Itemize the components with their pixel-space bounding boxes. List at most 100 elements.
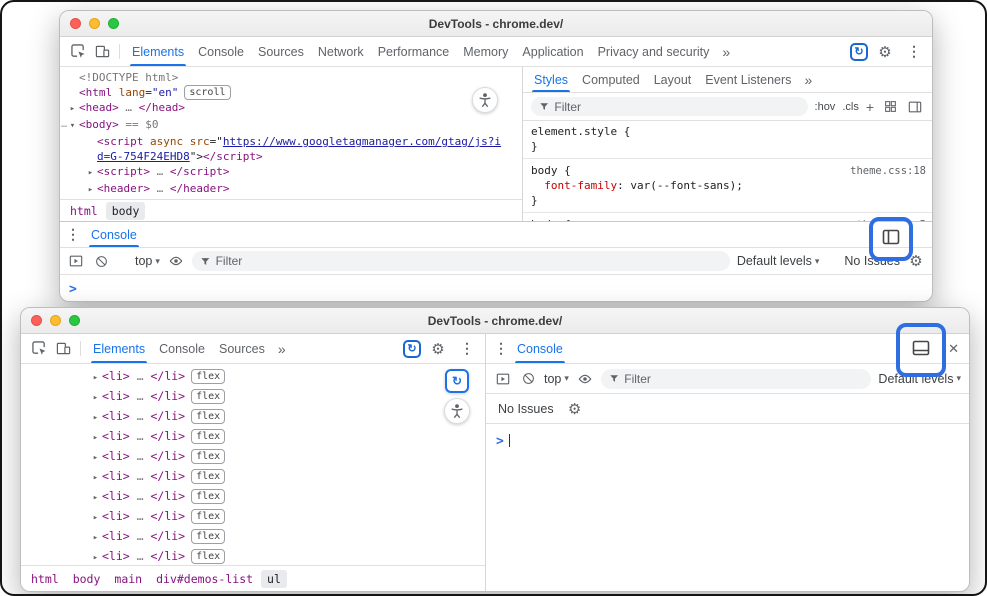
breadcrumb-item[interactable]: main bbox=[108, 570, 148, 588]
expand-arrow-icon[interactable]: ▸ bbox=[89, 529, 102, 547]
node-menu-dots-icon[interactable]: … bbox=[61, 117, 67, 132]
more-panels-icon[interactable]: » bbox=[272, 334, 292, 363]
console-settings-gear-icon[interactable]: ⚙ bbox=[566, 397, 584, 421]
code-line[interactable]: …▾<body> == $0 bbox=[60, 117, 522, 134]
extension-icon[interactable]: ↻ bbox=[403, 340, 421, 358]
panel-tab[interactable]: Elements bbox=[125, 37, 191, 66]
elements-dom-tree[interactable]: <!DOCTYPE html><html lang="en"scroll▸<he… bbox=[60, 67, 522, 199]
code-line[interactable]: ▸<li> … </li>flex bbox=[21, 447, 485, 467]
console-filter[interactable] bbox=[601, 369, 872, 389]
breadcrumb-item[interactable]: div#demos-list bbox=[150, 570, 259, 588]
sidebar-tab[interactable]: Styles bbox=[527, 67, 575, 92]
menu-dots-icon[interactable]: ⋮ bbox=[902, 40, 926, 64]
console-tab[interactable]: Console bbox=[510, 334, 570, 363]
breadcrumb-item[interactable]: html bbox=[25, 570, 65, 588]
log-levels-selector[interactable]: Default levels ▾ bbox=[737, 254, 820, 268]
expand-arrow-icon[interactable]: ▸ bbox=[66, 102, 79, 117]
element-class-toggle[interactable]: .cls bbox=[842, 101, 859, 113]
breadcrumb-item[interactable]: html bbox=[64, 202, 104, 220]
panel-tab[interactable]: Memory bbox=[456, 37, 515, 66]
panel-tab[interactable]: Privacy and security bbox=[591, 37, 717, 66]
sidebar-tab[interactable]: Event Listeners bbox=[698, 67, 798, 92]
panel-tab[interactable]: Sources bbox=[212, 334, 272, 363]
code-line[interactable]: <script async src="https://www.googletag… bbox=[60, 134, 522, 149]
console-prompt[interactable]: > bbox=[486, 424, 969, 591]
code-line[interactable]: d=G-754F24EHD8"></script> bbox=[60, 149, 522, 164]
panel-tab[interactable]: Sources bbox=[251, 37, 311, 66]
device-toolbar-icon[interactable] bbox=[90, 40, 114, 64]
expand-arrow-icon[interactable]: ▸ bbox=[84, 166, 97, 181]
extension-icon[interactable]: ↻ bbox=[850, 43, 868, 61]
styles-rules[interactable]: element.style {}body {theme.css:18 font-… bbox=[523, 121, 932, 221]
context-selector[interactable]: top ▾ bbox=[135, 254, 160, 268]
dock-bottom-icon[interactable] bbox=[911, 338, 931, 363]
expand-arrow-icon[interactable]: ▸ bbox=[89, 449, 102, 467]
code-line[interactable]: ▸<li> … </li>flex bbox=[21, 547, 485, 565]
styles-filter-input[interactable] bbox=[554, 100, 799, 114]
code-line[interactable]: ▸<li> … </li>flex bbox=[21, 487, 485, 507]
console-sidebar-icon[interactable] bbox=[494, 367, 512, 391]
elements-dom-tree[interactable]: ↻ ▸<li> … </li>flex▸<li> … </li>flex▸<li… bbox=[21, 364, 485, 565]
inspect-element-icon[interactable] bbox=[66, 40, 90, 64]
minimize-traffic-light[interactable] bbox=[50, 315, 61, 326]
console-filter[interactable] bbox=[192, 251, 730, 271]
live-expression-eye-icon[interactable] bbox=[576, 367, 594, 391]
clear-console-icon[interactable] bbox=[519, 367, 537, 391]
console-drawer-tab[interactable]: Console bbox=[84, 222, 144, 247]
code-line[interactable]: font-family: var(--font-sans); bbox=[523, 178, 932, 193]
code-line[interactable]: ▸<li> … </li>flex bbox=[21, 507, 485, 527]
code-line[interactable]: ▸<main> … </main> bbox=[60, 198, 522, 199]
context-selector[interactable]: top ▾ bbox=[544, 372, 569, 386]
panel-tab[interactable]: Performance bbox=[371, 37, 457, 66]
expand-arrow-icon[interactable]: ▸ bbox=[89, 369, 102, 387]
new-style-rule-icon[interactable]: + bbox=[866, 99, 874, 115]
device-toolbar-icon[interactable] bbox=[51, 337, 75, 361]
panel-tab[interactable]: Elements bbox=[86, 334, 152, 363]
expand-arrow-icon[interactable]: ▾ bbox=[66, 119, 79, 134]
inspect-element-icon[interactable] bbox=[27, 337, 51, 361]
expand-arrow-icon[interactable]: ▸ bbox=[89, 509, 102, 527]
expand-arrow-icon[interactable]: ▸ bbox=[89, 389, 102, 407]
code-line[interactable]: ▸<li> … </li>flex bbox=[21, 527, 485, 547]
breadcrumb-item[interactable]: body bbox=[67, 570, 107, 588]
stylesheet-source-link[interactable]: theme.css:18 bbox=[850, 164, 926, 179]
code-line[interactable]: ▸<li> … </li>flex bbox=[21, 467, 485, 487]
console-filter-input[interactable] bbox=[624, 372, 863, 386]
sidebar-tab[interactable]: Computed bbox=[575, 67, 647, 92]
expand-arrow-icon[interactable]: ▸ bbox=[89, 469, 102, 487]
breadcrumb-item[interactable]: ul bbox=[261, 570, 287, 588]
code-line[interactable]: <!DOCTYPE html> bbox=[60, 70, 522, 85]
pseudo-state-toggle[interactable]: :hov bbox=[815, 101, 836, 113]
computed-panel-icon[interactable] bbox=[906, 95, 924, 119]
minimize-traffic-light[interactable] bbox=[89, 18, 100, 29]
code-line[interactable]: ▸<header> … </header> bbox=[60, 181, 522, 198]
breadcrumb-item[interactable]: body bbox=[106, 202, 146, 220]
titlebar[interactable]: DevTools - chrome.dev/ bbox=[21, 308, 969, 334]
expand-arrow-icon[interactable]: ▸ bbox=[89, 489, 102, 507]
code-line[interactable]: ▸<li> … </li>flex bbox=[21, 387, 485, 407]
console-prompt[interactable]: > bbox=[60, 275, 932, 301]
code-line[interactable]: ▸<li> … </li>flex bbox=[21, 367, 485, 387]
settings-gear-icon[interactable]: ⚙ bbox=[873, 40, 897, 64]
zoom-traffic-light[interactable] bbox=[108, 18, 119, 29]
panel-tab[interactable]: Network bbox=[311, 37, 371, 66]
panel-tab[interactable]: Console bbox=[191, 37, 251, 66]
drawer-menu-dots-icon[interactable]: ⋮ bbox=[64, 223, 82, 247]
titlebar[interactable]: DevTools - chrome.dev/ bbox=[60, 11, 932, 37]
code-line[interactable]: body {theme.css:18 bbox=[523, 163, 932, 178]
panel-tab[interactable]: Application bbox=[515, 37, 590, 66]
expand-arrow-icon[interactable]: ▸ bbox=[89, 409, 102, 427]
issues-counter[interactable]: No Issues bbox=[498, 402, 554, 416]
code-line[interactable]: ▸<li> … </li>flex bbox=[21, 427, 485, 447]
console-sidebar-icon[interactable] bbox=[67, 249, 85, 273]
code-line[interactable]: ▸<head> … </head> bbox=[60, 100, 522, 117]
sidebar-tab[interactable]: Layout bbox=[647, 67, 699, 92]
clear-console-icon[interactable] bbox=[92, 249, 110, 273]
code-line[interactable]: ▸<li> … </li>flex bbox=[21, 407, 485, 427]
code-line[interactable]: } bbox=[523, 193, 932, 208]
expand-arrow-icon[interactable]: ▸ bbox=[84, 183, 97, 198]
more-sidebar-tabs-icon[interactable]: » bbox=[798, 67, 818, 92]
menu-dots-icon[interactable]: ⋮ bbox=[455, 337, 479, 361]
expand-arrow-icon[interactable]: ▸ bbox=[89, 429, 102, 447]
live-expression-eye-icon[interactable] bbox=[167, 249, 185, 273]
